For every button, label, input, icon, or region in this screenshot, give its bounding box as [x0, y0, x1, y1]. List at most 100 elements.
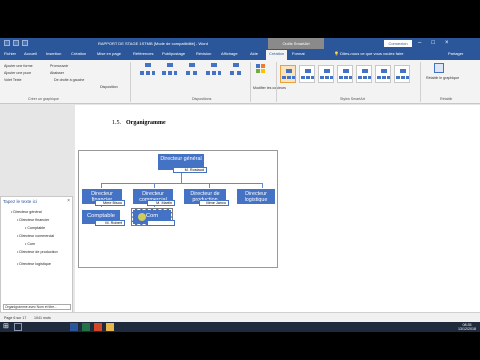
- text-pane-footer[interactable]: Organigramme avec Nom et titre...: [3, 304, 71, 310]
- connector: [181, 173, 182, 183]
- layout-option-3[interactable]: [184, 63, 199, 79]
- text-pane-item-comptable[interactable]: • Comptable: [25, 226, 45, 230]
- layout-option-5[interactable]: [228, 63, 243, 79]
- smartart-tools-context-tab: Outils SmartArt: [268, 38, 324, 49]
- window-controls: – □ ×: [418, 40, 448, 46]
- ribbon-separator: [420, 62, 421, 102]
- smartart-style-2[interactable]: [299, 65, 315, 83]
- tab-format[interactable]: Format: [292, 51, 305, 56]
- right-to-left-button[interactable]: De droite à gauche: [54, 78, 84, 82]
- layout-option-4[interactable]: [206, 63, 221, 79]
- text-pane-item-logistics[interactable]: • Directeur logistique: [17, 262, 51, 266]
- smartart-style-7[interactable]: [394, 65, 410, 83]
- text-pane-item-label: Directeur commercial: [19, 234, 55, 238]
- layout-option-2[interactable]: [162, 63, 177, 79]
- minimize-icon[interactable]: –: [418, 40, 421, 46]
- clock-date: 13/12/2018: [458, 327, 476, 331]
- layout-dropdown[interactable]: Disposition: [100, 85, 118, 89]
- ribbon-separator: [250, 62, 251, 102]
- maximize-icon[interactable]: □: [431, 40, 435, 46]
- tab-mise-en-page[interactable]: Mise en page: [97, 51, 121, 56]
- tab-publipostage[interactable]: Publipostage: [162, 51, 185, 56]
- group-label-reset: Rétablir: [440, 97, 453, 101]
- tab-affichage[interactable]: Affichage: [221, 51, 238, 56]
- system-clock[interactable]: 08:35 13/12/2018: [458, 323, 476, 331]
- close-icon[interactable]: ×: [445, 40, 449, 46]
- change-colors-label: Modifier les couleurs: [253, 86, 286, 90]
- undo-icon[interactable]: [13, 40, 19, 46]
- org-node-logistics[interactable]: Directeur logistique: [236, 188, 276, 205]
- ribbon-separator: [130, 62, 131, 102]
- add-bullet-button[interactable]: Ajouter une puce: [4, 71, 31, 75]
- org-node-commercial-name[interactable]: M. Martin: [147, 200, 175, 206]
- ribbon-separator: [276, 62, 277, 102]
- text-pane-item-label: Directeur financier: [19, 218, 50, 222]
- tab-fichier[interactable]: Fichier: [4, 51, 16, 56]
- text-pane-item-production[interactable]: • Directeur de production: [17, 250, 58, 255]
- tell-me-search[interactable]: 💡 Dites-nous ce que vous voulez faire: [334, 51, 403, 56]
- org-node-com-name-placeholder[interactable]: [147, 220, 175, 226]
- window-title: RAPPORT DE STAGE 1STMB [Mode de compatib…: [98, 41, 208, 46]
- powerpoint-app-icon[interactable]: [94, 323, 102, 331]
- smartart-style-1[interactable]: [280, 65, 296, 83]
- demote-button[interactable]: Abaisser: [50, 71, 64, 75]
- change-colors-button[interactable]: [256, 64, 270, 74]
- redo-icon[interactable]: [22, 40, 28, 46]
- windows-taskbar: ⊞ 08:35 13/12/2018: [0, 322, 480, 332]
- org-node-finance-name[interactable]: Mme Bisou: [95, 200, 125, 206]
- org-node-director-name[interactable]: M. Rostaud: [173, 167, 207, 173]
- tell-me-text: Dites-nous ce que vous voulez faire: [340, 51, 404, 56]
- folder-icon[interactable]: [106, 323, 114, 331]
- tab-insertion[interactable]: Insertion: [46, 51, 61, 56]
- page-count[interactable]: Page 6 sur 17: [4, 316, 26, 320]
- tab-revision[interactable]: Révision: [196, 51, 211, 56]
- connect-button[interactable]: Connexion: [384, 40, 412, 47]
- text-pane-item-director[interactable]: • Directeur général: [11, 210, 42, 214]
- tab-references[interactable]: Références: [133, 51, 153, 56]
- text-pane-title: Tapez le texte ici: [3, 199, 37, 204]
- section-heading: 1.5. Organigramme: [112, 120, 166, 126]
- smartart-style-4[interactable]: [337, 65, 353, 83]
- text-pane-button[interactable]: Volet Texte: [4, 78, 22, 82]
- save-icon[interactable]: [4, 40, 10, 46]
- layout-option-1[interactable]: [140, 63, 155, 79]
- text-pane-item-label: Com: [27, 242, 36, 246]
- text-pane-item-finance[interactable]: • Directeur financier: [17, 218, 49, 222]
- reset-graphic-icon[interactable]: [434, 63, 444, 73]
- promote-button[interactable]: Promouvoir: [50, 64, 68, 68]
- connector: [101, 183, 262, 184]
- reset-graphic-button[interactable]: Rétablir le graphique: [426, 76, 459, 80]
- text-pane-item-commercial[interactable]: • Directeur commercial: [17, 234, 54, 238]
- smartart-style-5[interactable]: [356, 65, 372, 83]
- document-area: 1.5. Organigramme Directeur général M. Ro…: [0, 105, 480, 314]
- group-label-create: Créer un graphique: [28, 97, 59, 101]
- excel-app-icon[interactable]: [82, 323, 90, 331]
- word-app-icon[interactable]: [70, 323, 78, 331]
- cursor-highlight: [138, 213, 146, 221]
- tab-aide[interactable]: Aide: [250, 51, 258, 56]
- ribbon-tabs: Fichier Accueil Insertion Création Mise …: [0, 49, 480, 60]
- heading-text: Organigramme: [126, 120, 166, 126]
- word-count[interactable]: 1041 mots: [34, 316, 51, 320]
- org-node-production-name[interactable]: Mme Janvo: [199, 200, 229, 206]
- heading-number: 1.5.: [112, 120, 121, 126]
- smartart-style-6[interactable]: [375, 65, 391, 83]
- smartart-design-ribbon: Ajouter une forme Ajouter une puce Volet…: [0, 60, 480, 104]
- status-bar: Page 6 sur 17 1041 mots: [0, 312, 480, 322]
- smartart-style-3[interactable]: [318, 65, 334, 83]
- add-shape-button[interactable]: Ajouter une forme: [4, 64, 33, 68]
- smartart-frame[interactable]: Directeur général M. Rostaud Directeur f…: [78, 150, 278, 268]
- tab-smartart-creation[interactable]: Création: [266, 50, 288, 60]
- quick-access-toolbar: [4, 40, 28, 46]
- text-pane: Tapez le texte ici × • Directeur général…: [0, 196, 73, 314]
- search-icon[interactable]: [14, 323, 22, 331]
- close-icon[interactable]: ×: [67, 198, 70, 204]
- org-node-comptable-name[interactable]: M. Robert: [95, 220, 125, 226]
- text-pane-item-com[interactable]: • Com: [25, 242, 35, 246]
- tab-creation[interactable]: Création: [71, 51, 86, 56]
- windows-start-icon[interactable]: ⊞: [3, 323, 11, 331]
- tab-accueil[interactable]: Accueil: [24, 51, 37, 56]
- word-window: RAPPORT DE STAGE 1STMB [Mode de compatib…: [0, 38, 480, 322]
- share-button[interactable]: Partager: [448, 51, 463, 56]
- document-page[interactable]: 1.5. Organigramme Directeur général M. Ro…: [75, 105, 480, 312]
